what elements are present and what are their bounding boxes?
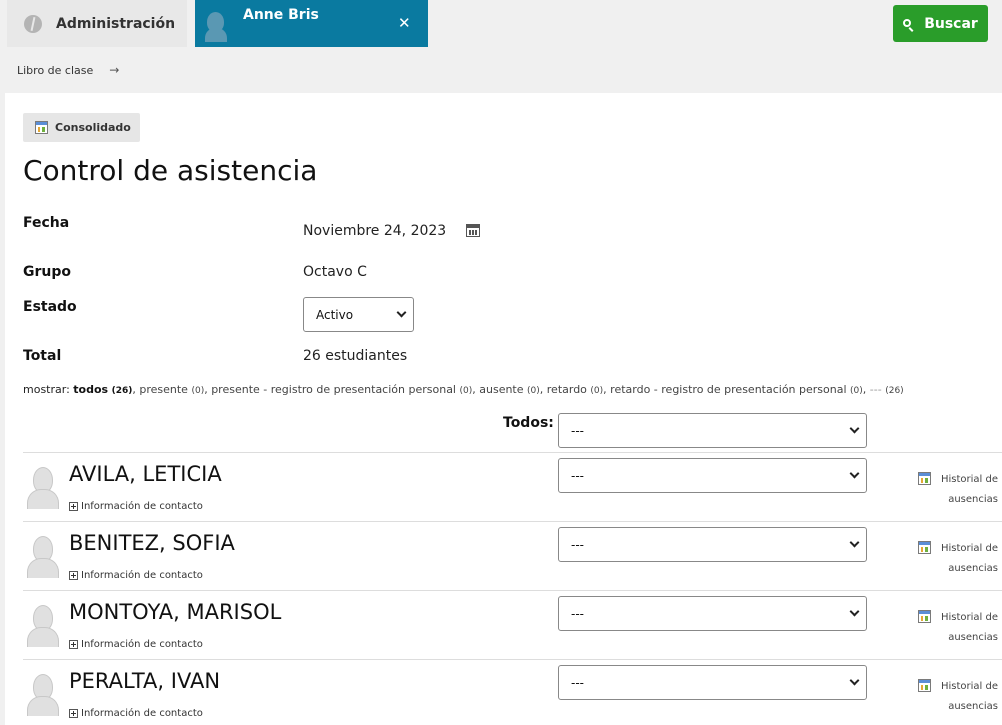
calendar-icon[interactable] — [466, 224, 480, 237]
filter-label: mostrar: — [23, 383, 70, 396]
estado-select[interactable]: Activo — [303, 297, 414, 332]
attendance-select-value: --- — [571, 468, 584, 483]
student-name: PERALTA, IVAN — [69, 669, 221, 693]
contact-info-toggle[interactable]: Información de contacto — [69, 570, 203, 581]
chevron-down-icon — [849, 606, 860, 617]
expand-plus-icon — [69, 571, 78, 580]
todos-select-value: --- — [571, 423, 584, 438]
user-avatar-icon — [205, 12, 227, 44]
chevron-down-icon — [849, 537, 860, 548]
student-avatar-icon — [27, 467, 59, 509]
calendar-icon — [35, 121, 48, 134]
grupo-value: Octavo C — [303, 264, 367, 280]
filter-count: (26) — [885, 386, 904, 396]
absence-history-link[interactable]: Historial de ausencias — [918, 470, 998, 510]
expand-plus-icon — [69, 709, 78, 718]
filter-presente[interactable]: presente — [139, 383, 188, 396]
attendance-select-value: --- — [571, 537, 584, 552]
filter-count: (0) — [459, 386, 473, 396]
main-panel: Consolidado Control de asistencia Fecha … — [5, 93, 1002, 725]
student-name: MONTOYA, MARISOL — [69, 600, 282, 624]
filter-ausente[interactable]: ausente — [479, 383, 523, 396]
absence-history-label-2: ausencias — [948, 494, 998, 505]
filter-todos[interactable]: todos — [73, 383, 108, 396]
expand-plus-icon — [69, 502, 78, 511]
contact-info-label: Información de contacto — [81, 570, 203, 581]
top-bar: Administración Anne Bris ✕ Buscar — [0, 0, 1002, 47]
arrow-right-icon: → — [109, 63, 120, 77]
absence-history-link[interactable]: Historial de ausencias — [918, 608, 998, 648]
attendance-select[interactable]: --- — [558, 458, 867, 493]
absence-history-link[interactable]: Historial de ausencias — [918, 677, 998, 717]
filter-count: (0) — [191, 386, 205, 396]
admin-tab-label: Administración — [56, 15, 176, 32]
total-value: 26 estudiantes — [303, 348, 408, 364]
calendar-icon — [918, 541, 931, 554]
breadcrumb: Libro de clase → — [17, 63, 119, 77]
admin-tab[interactable]: Administración — [7, 0, 187, 47]
chevron-down-icon — [849, 423, 860, 434]
filter-count: (0) — [527, 386, 540, 396]
calendar-icon — [918, 679, 931, 692]
filter-presente-registro[interactable]: presente - registro de presentación pers… — [211, 383, 456, 396]
student-avatar-icon — [27, 605, 59, 647]
chevron-down-icon — [849, 468, 860, 479]
chevron-down-icon — [849, 675, 860, 686]
student-avatar-icon — [27, 674, 59, 716]
absence-history-label-2: ausencias — [948, 632, 998, 643]
filter-bar: mostrar: todos (26), presente (0), prese… — [23, 383, 904, 396]
contact-info-toggle[interactable]: Información de contacto — [69, 501, 203, 512]
breadcrumb-item[interactable]: Libro de clase — [17, 64, 93, 77]
calendar-icon — [918, 610, 931, 623]
absence-history-link[interactable]: Historial de ausencias — [918, 539, 998, 579]
attendance-select[interactable]: --- — [558, 527, 867, 562]
total-label: Total — [23, 348, 62, 364]
filter-count: (0) — [850, 386, 863, 396]
chevron-down-icon — [396, 307, 407, 318]
contact-info-label: Información de contacto — [81, 501, 203, 512]
filter-count: (26) — [111, 386, 133, 396]
search-button[interactable]: Buscar — [893, 5, 988, 42]
expand-plus-icon — [69, 640, 78, 649]
attendance-select-value: --- — [571, 606, 584, 621]
filter-retardo[interactable]: retardo — [547, 383, 587, 396]
grupo-label: Grupo — [23, 264, 72, 280]
student-row: AVILA, LETICIA Información de contacto -… — [23, 452, 1002, 521]
consolidado-button[interactable]: Consolidado — [23, 113, 140, 142]
user-tab[interactable]: Anne Bris ✕ — [195, 0, 428, 47]
todos-select[interactable]: --- — [558, 413, 867, 448]
logo-icon — [24, 14, 42, 33]
user-tab-name: Anne Bris — [243, 7, 319, 23]
attendance-select[interactable]: --- — [558, 665, 867, 700]
filter-count: (0) — [590, 386, 604, 396]
student-avatar-icon — [27, 536, 59, 578]
consolidado-label: Consolidado — [55, 121, 131, 134]
student-name: AVILA, LETICIA — [69, 462, 222, 486]
absence-history-label-2: ausencias — [948, 701, 998, 712]
student-row: PERALTA, IVAN Información de contacto --… — [23, 659, 1002, 725]
estado-label: Estado — [23, 299, 77, 315]
fecha-value: Noviembre 24, 2023 — [303, 223, 447, 239]
contact-info-toggle[interactable]: Información de contacto — [69, 639, 203, 650]
estado-select-value: Activo — [316, 307, 354, 322]
fecha-label: Fecha — [23, 215, 70, 231]
calendar-icon — [918, 472, 931, 485]
student-name: BENITEZ, SOFIA — [69, 531, 235, 555]
filter-none[interactable]: --- — [870, 383, 882, 396]
attendance-select-value: --- — [571, 675, 584, 690]
contact-info-toggle[interactable]: Información de contacto — [69, 708, 203, 719]
student-row: MONTOYA, MARISOL Información de contacto… — [23, 590, 1002, 659]
search-icon — [903, 18, 912, 27]
student-row: BENITEZ, SOFIA Información de contacto -… — [23, 521, 1002, 590]
todos-label: Todos: — [503, 415, 554, 431]
filter-retardo-registro[interactable]: retardo - registro de presentación perso… — [610, 383, 846, 396]
attendance-select[interactable]: --- — [558, 596, 867, 631]
close-icon[interactable]: ✕ — [398, 14, 411, 32]
absence-history-label-2: ausencias — [948, 563, 998, 574]
page-title: Control de asistencia — [23, 154, 318, 187]
contact-info-label: Información de contacto — [81, 639, 203, 650]
contact-info-label: Información de contacto — [81, 708, 203, 719]
search-button-label: Buscar — [924, 15, 978, 32]
